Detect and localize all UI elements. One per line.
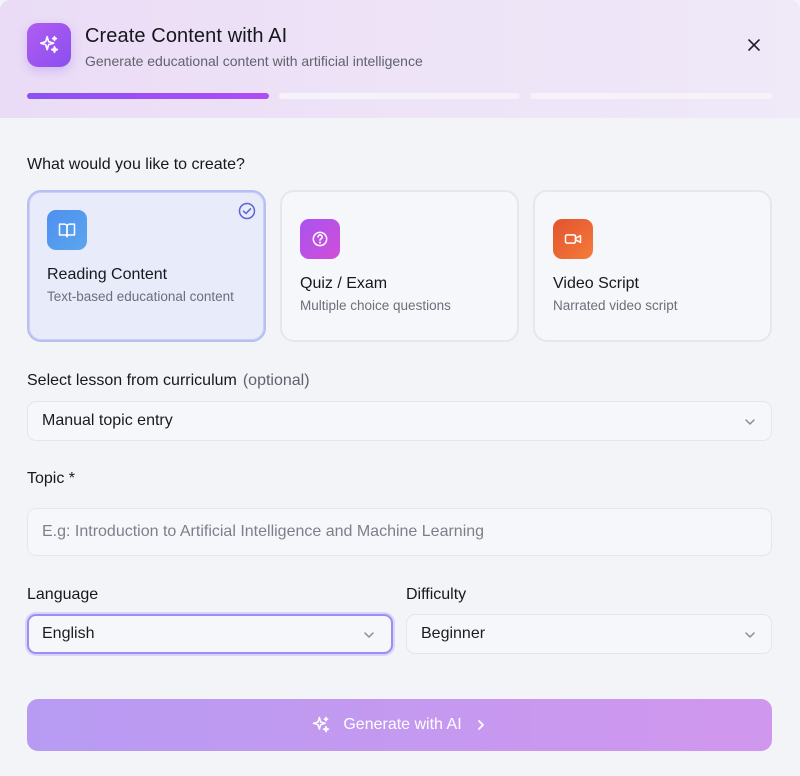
lesson-label-text: Select lesson from curriculum [27, 372, 237, 389]
content-type-card-quiz[interactable]: Quiz / Exam Multiple choice questions [280, 190, 519, 342]
topic-input[interactable] [28, 509, 771, 555]
progress-step-1 [27, 93, 269, 99]
card-title: Video Script [553, 275, 639, 292]
question-circle-icon [300, 219, 340, 259]
topic-field[interactable] [27, 508, 772, 556]
modal-subtitle: Generate educational content with artifi… [85, 53, 423, 69]
chevron-down-icon [745, 419, 755, 425]
progress-step-3 [530, 93, 772, 99]
lesson-select[interactable]: Manual topic entry [27, 401, 772, 441]
difficulty-select[interactable]: Beginner [406, 614, 772, 654]
card-description: Narrated video script [553, 298, 678, 313]
chevron-down-icon [364, 632, 374, 638]
book-icon [47, 210, 87, 250]
language-label: Language [27, 586, 99, 603]
lesson-label: Select lesson from curriculum (optional) [27, 372, 310, 390]
language-select[interactable]: English [27, 614, 393, 654]
generate-button-label: Generate with AI [343, 716, 462, 733]
chevron-down-icon [745, 632, 755, 638]
modal-header: Create Content with AI Generate educatio… [0, 0, 800, 118]
video-camera-icon [553, 219, 593, 259]
difficulty-label: Difficulty [406, 586, 467, 603]
close-button[interactable] [740, 31, 768, 59]
optional-text: (optional) [242, 372, 310, 389]
sparkles-icon [27, 23, 71, 67]
progress-step-2 [279, 93, 520, 99]
language-select-value: English [42, 625, 95, 642]
card-description: Text-based educational content [47, 289, 234, 304]
check-circle-icon [238, 202, 256, 220]
chevron-right-icon [477, 720, 484, 730]
content-type-label: What would you like to create? [27, 156, 245, 173]
generate-button[interactable]: Generate with AI [27, 699, 772, 751]
modal-title: Create Content with AI [85, 25, 288, 47]
lesson-select-value: Manual topic entry [42, 412, 173, 429]
close-icon [748, 39, 760, 51]
card-title: Reading Content [47, 266, 168, 283]
content-type-card-video[interactable]: Video Script Narrated video script [533, 190, 772, 342]
content-type-card-reading[interactable]: Reading Content Text-based educational c… [27, 190, 266, 342]
card-title: Quiz / Exam [300, 275, 388, 292]
sparkles-icon [313, 716, 330, 733]
card-description: Multiple choice questions [300, 298, 451, 313]
difficulty-select-value: Beginner [421, 625, 486, 642]
topic-label: Topic * [27, 470, 76, 487]
create-content-modal: Create Content with AI Generate educatio… [0, 0, 800, 776]
